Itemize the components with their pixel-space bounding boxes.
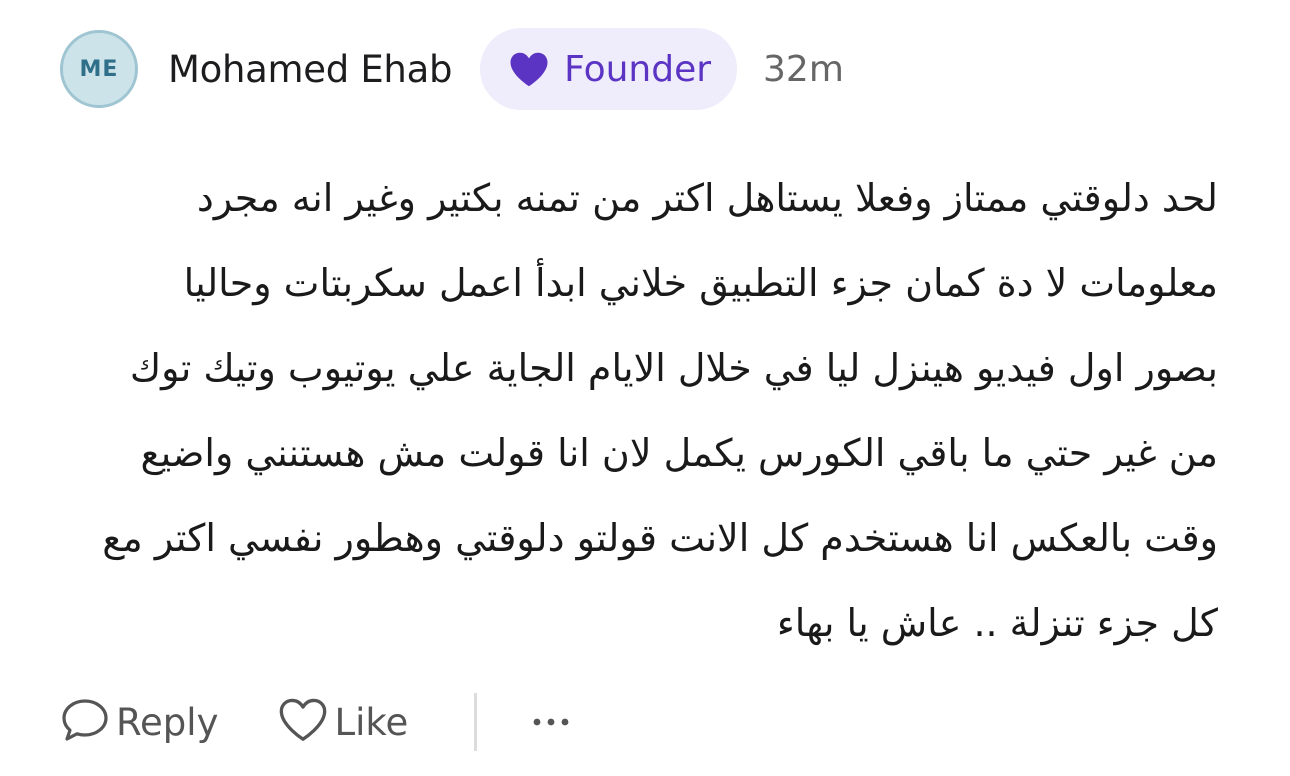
comment-line: وقت بالعكس انا هستخدم كل الانت قولتو دلو… bbox=[102, 516, 1218, 560]
comment-header: ME Mohamed Ehab Founder 32m bbox=[60, 28, 844, 110]
reply-button[interactable]: Reply bbox=[60, 697, 218, 747]
reply-label: Reply bbox=[116, 700, 219, 744]
comment-line: بصور اول فيديو هينزل ليا في خلال الايام … bbox=[129, 346, 1218, 390]
comment-line: معلومات لا دة كمان جزء التطبيق خلاني ابد… bbox=[183, 261, 1218, 305]
action-divider bbox=[474, 693, 478, 751]
avatar-initials: ME bbox=[79, 56, 119, 82]
timestamp: 32m bbox=[763, 48, 844, 90]
avatar[interactable]: ME bbox=[60, 30, 138, 108]
more-options-button[interactable] bbox=[529, 700, 573, 744]
badge-label: Founder bbox=[564, 48, 712, 90]
speech-bubble-icon bbox=[60, 697, 110, 747]
author-name[interactable]: Mohamed Ehab bbox=[168, 48, 452, 91]
comment-actions: Reply Like bbox=[60, 690, 573, 754]
comment-line: كل جزء تنزلة .. عاش يا بهاء bbox=[776, 601, 1218, 645]
ellipsis-icon bbox=[529, 713, 573, 732]
like-label: Like bbox=[334, 700, 409, 744]
heart-outline-icon bbox=[278, 697, 328, 747]
like-button[interactable]: Like bbox=[278, 697, 408, 747]
comment-body: لحد دلوقتي ممتاز وفعلا يستاهل اكتر من تم… bbox=[58, 156, 1218, 666]
heart-icon bbox=[508, 51, 550, 87]
comment-line: من غير حتي ما باقي الكورس يكمل لان انا ق… bbox=[140, 431, 1218, 475]
comment-line: لحد دلوقتي ممتاز وفعلا يستاهل اكتر من تم… bbox=[196, 176, 1218, 220]
founder-badge: Founder bbox=[480, 28, 738, 110]
